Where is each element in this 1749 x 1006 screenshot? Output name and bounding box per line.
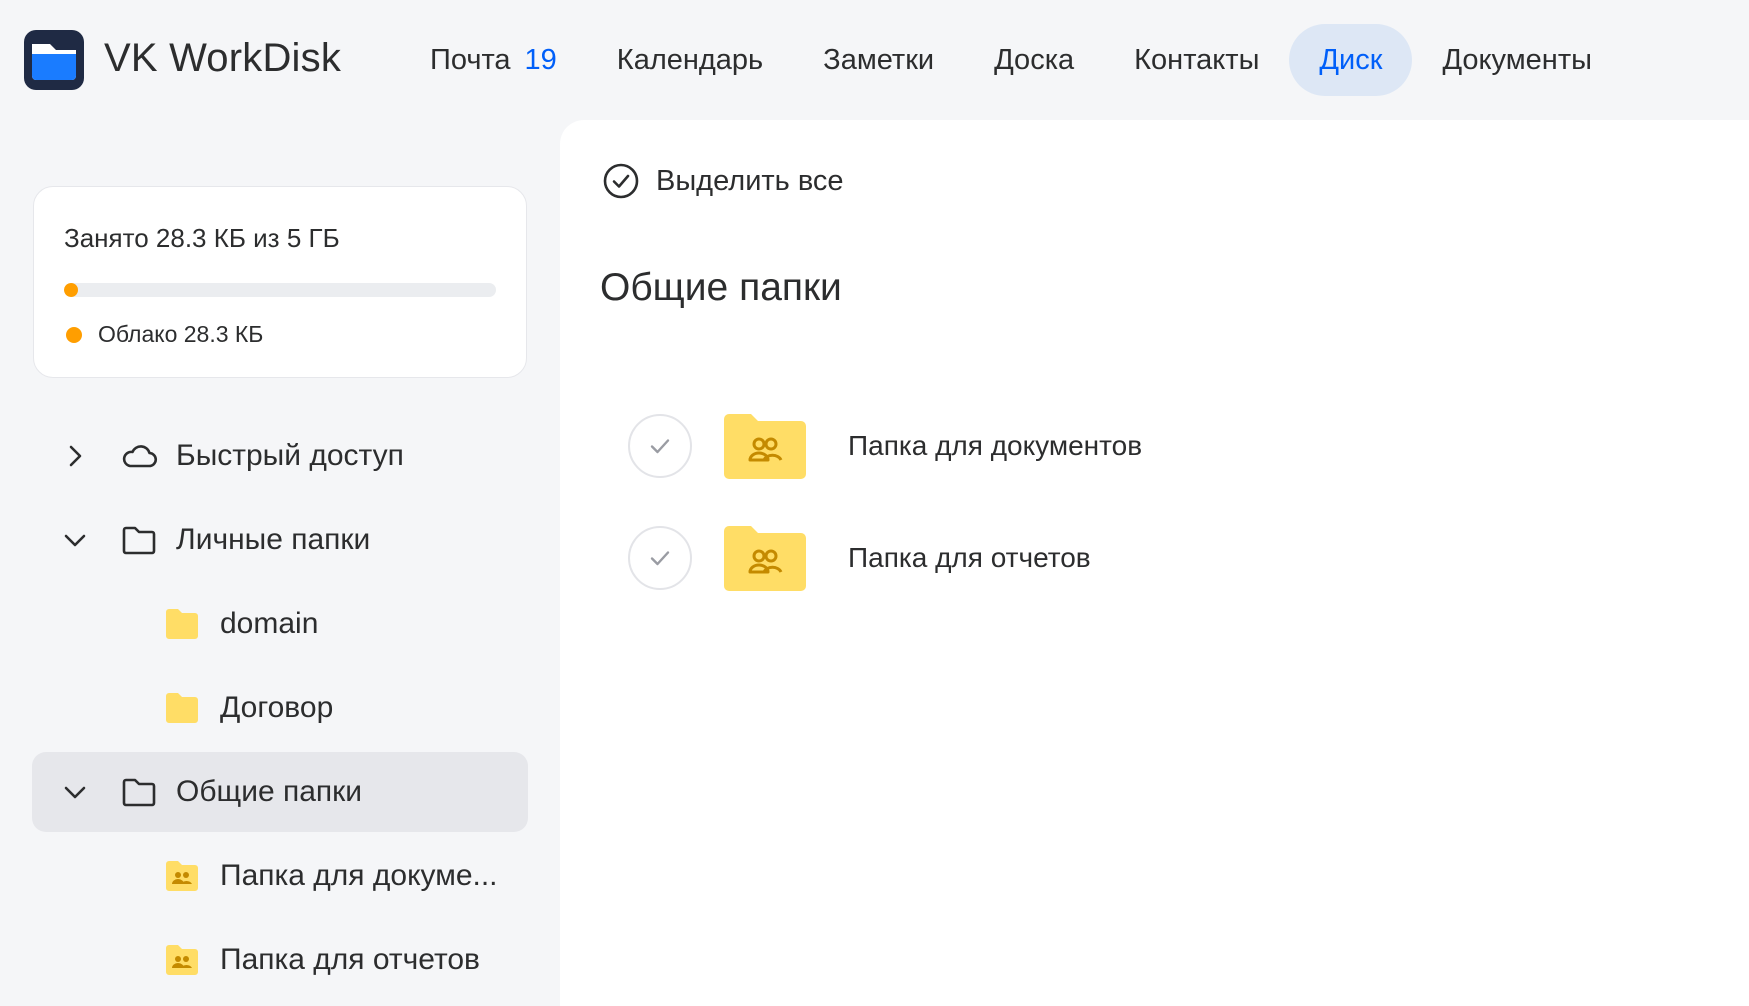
shared-folder-icon xyxy=(724,414,806,479)
file-row-reports[interactable]: Папка для отчетов xyxy=(628,518,1228,598)
file-name: Папка для отчетов xyxy=(848,542,1091,573)
sidebar-item-reports-folder[interactable]: Папка для отчетов xyxy=(32,920,528,1000)
nav-item-label: Календарь xyxy=(616,43,764,76)
shared-folder-icon xyxy=(724,526,806,591)
nav-item-label: Доска xyxy=(994,43,1075,76)
nav-item-notes[interactable]: Заметки xyxy=(793,24,964,96)
top-header: VK WorkDisk Почта 19 Календарь Заметки Д… xyxy=(0,0,1749,120)
sidebar-item-contract[interactable]: Договор xyxy=(32,668,528,748)
sidebar-item-label: Папка для отчетов xyxy=(220,943,480,976)
nav-item-contacts[interactable]: Контакты xyxy=(1104,24,1289,96)
nav-item-label: Почта xyxy=(430,43,511,76)
sidebar-item-label: Быстрый доступ xyxy=(176,439,404,472)
sidebar-item-label: domain xyxy=(220,607,319,640)
vk-workdisk-logo-icon[interactable] xyxy=(24,30,84,90)
nav-item-documents[interactable]: Документы xyxy=(1412,24,1622,96)
storage-progress-fill xyxy=(64,283,78,297)
check-circle-icon xyxy=(603,163,639,199)
select-all-button[interactable]: Выделить все xyxy=(602,162,844,200)
nav-item-label: Диск xyxy=(1319,43,1383,76)
main-content: Выделить все Общие папки Папка для докум… xyxy=(560,120,1749,1006)
sidebar-tree: Быстрый доступ Личные папки domain Догов… xyxy=(32,416,528,1004)
folder-icon xyxy=(166,693,198,723)
nav-item-disk[interactable]: Диск xyxy=(1289,24,1413,96)
sidebar-item-label: Личные папки xyxy=(176,523,371,556)
storage-legend-label: Облако 28.3 КБ xyxy=(98,321,264,347)
file-select-checkbox[interactable] xyxy=(628,526,692,590)
folder-icon xyxy=(166,609,198,639)
select-all-label: Выделить все xyxy=(656,164,844,197)
nav-item-label: Заметки xyxy=(823,43,935,76)
check-icon xyxy=(650,439,670,454)
sidebar-item-personal-folders[interactable]: Личные папки xyxy=(32,500,528,580)
sidebar-item-label: Папка для докуме... xyxy=(220,859,498,892)
nav-item-board[interactable]: Доска xyxy=(964,24,1104,96)
brand-name[interactable]: VK WorkDisk xyxy=(104,32,341,84)
storage-card[interactable]: Занято 28.3 КБ из 5 ГБ Облако 28.3 КБ xyxy=(33,186,527,378)
storage-legend: Облако 28.3 КБ xyxy=(64,321,263,348)
chevron-down-icon[interactable] xyxy=(60,525,90,555)
file-name: Папка для документов xyxy=(848,430,1143,461)
file-select-checkbox[interactable] xyxy=(628,414,692,478)
nav-item-label: Документы xyxy=(1442,43,1592,76)
folder-outline-icon xyxy=(122,526,156,555)
sidebar-item-documents-folder[interactable]: Папка для докуме... xyxy=(32,836,528,916)
storage-progress-bar xyxy=(64,283,496,297)
folder-outline-icon xyxy=(122,778,156,807)
shared-folder-icon xyxy=(166,945,198,975)
sidebar-item-domain[interactable]: domain xyxy=(32,584,528,664)
sidebar-item-label: Общие папки xyxy=(176,775,363,808)
top-nav: Почта 19 Календарь Заметки Доска Контакт… xyxy=(400,24,1622,96)
shared-folder-icon xyxy=(166,861,198,891)
check-icon xyxy=(650,551,670,566)
page-title: Общие папки xyxy=(600,266,842,309)
nav-item-mail[interactable]: Почта 19 xyxy=(400,24,587,96)
sidebar-item-quick-access[interactable]: Быстрый доступ xyxy=(32,416,528,496)
cloud-legend-dot xyxy=(66,326,82,343)
sidebar-item-label: Договор xyxy=(220,691,334,724)
file-row-documents[interactable]: Папка для документов xyxy=(628,406,1228,486)
chevron-down-icon[interactable] xyxy=(60,777,90,807)
chevron-right-icon[interactable] xyxy=(60,441,90,471)
mail-unread-count: 19 xyxy=(524,43,557,76)
storage-usage-title: Занято 28.3 КБ из 5 ГБ xyxy=(64,223,340,253)
nav-item-label: Контакты xyxy=(1134,43,1260,76)
cloud-icon xyxy=(122,445,158,468)
sidebar-item-shared-folders[interactable]: Общие папки xyxy=(32,752,528,832)
nav-item-calendar[interactable]: Календарь xyxy=(587,24,793,96)
